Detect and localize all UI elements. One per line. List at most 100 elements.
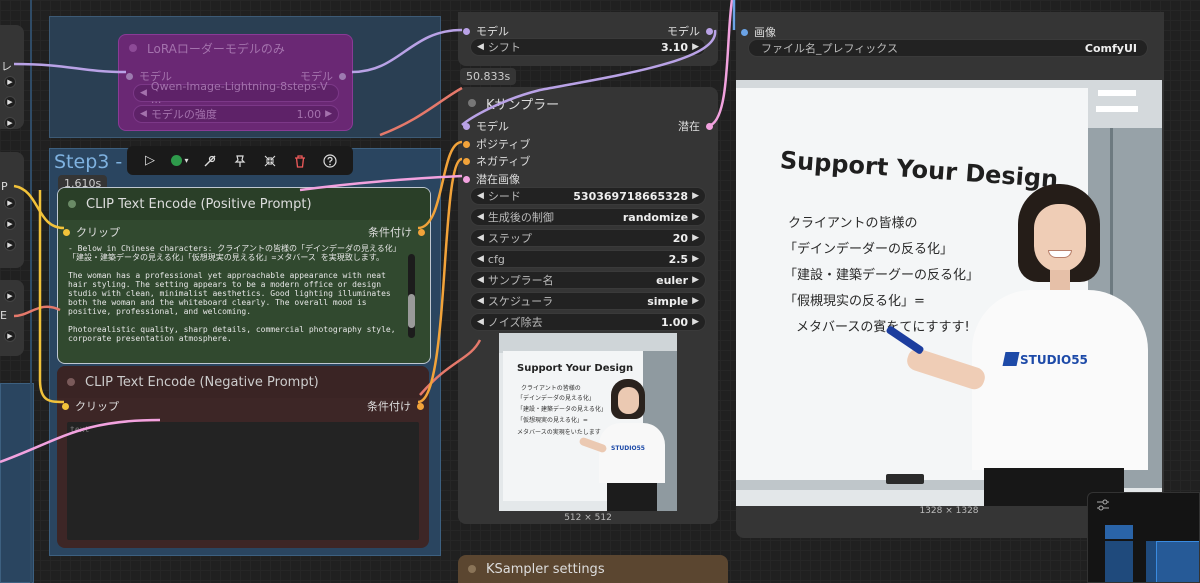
prev-arrow-icon[interactable]: ◀ — [477, 42, 484, 52]
prev-arrow-icon[interactable]: ◀ — [477, 254, 484, 264]
input-port-clip[interactable] — [62, 402, 69, 410]
stub-arrow-icon[interactable]: ▶ — [4, 76, 16, 88]
output-label: 条件付け — [368, 226, 412, 239]
collapse-icon[interactable] — [259, 150, 281, 172]
play-icon[interactable]: ▷ — [139, 150, 161, 172]
stub-arrow-icon[interactable]: ▶ — [4, 96, 16, 108]
filename-prefix-input[interactable]: ファイル名_プレフィックス ComfyUI — [748, 39, 1148, 57]
clip-text-encode-negative-node[interactable]: CLIP Text Encode (Negative Prompt) クリップ … — [57, 366, 429, 548]
stub-arrow-icon[interactable]: ▶ — [4, 239, 16, 251]
output-label: 条件付け — [367, 400, 411, 413]
textarea-scrollbar[interactable] — [408, 254, 415, 338]
input-port[interactable] — [463, 27, 470, 35]
save-image-node[interactable]: 画像 ファイル名_プレフィックス ComfyUI Support Your De… — [736, 12, 1164, 538]
seed-widget[interactable]: ◀ シード 530369718665328 ▶ — [470, 187, 706, 205]
output-port[interactable] — [339, 72, 346, 80]
delete-icon[interactable] — [289, 150, 311, 172]
ceiling-light-icon — [1096, 106, 1138, 112]
whiteboard-line: 「建設・建築デーグーの反る化」 — [784, 268, 980, 283]
next-arrow-icon[interactable]: ▶ — [692, 254, 699, 264]
input-label: 潜在画像 — [476, 173, 520, 186]
next-arrow-icon[interactable]: ▶ — [692, 233, 699, 243]
collapse-dot-icon[interactable] — [67, 378, 75, 386]
input-port-positive[interactable] — [463, 140, 470, 148]
stub-arrow-icon[interactable]: ▶ — [4, 117, 16, 129]
prev-arrow-icon[interactable]: ◀ — [477, 296, 484, 306]
collapse-dot-icon[interactable] — [468, 565, 476, 573]
lora-name-select[interactable]: ◀ Qwen-Image-Lightning-8steps-V ... — [133, 80, 339, 106]
stub-node-1[interactable]: レ ▶ ▶ ▶ — [0, 25, 24, 129]
preview-image[interactable]: Support Your Design クライアントの皆様の 「デインデーダの見… — [499, 333, 677, 511]
preview-line: クライアントの皆様の — [521, 385, 581, 392]
scheduler-widget[interactable]: ◀ スケジューラ simple ▶ — [470, 292, 706, 310]
input-label: モデル — [476, 25, 509, 38]
stub-node-3[interactable]: E ▶ ▶ — [0, 280, 24, 356]
prompt-textarea[interactable]: - Below in Chinese characters: クライアントの皆様… — [68, 244, 404, 350]
scrollbar-thumb[interactable] — [408, 294, 415, 328]
input-port-clip[interactable] — [63, 228, 70, 236]
ksampler-settings-node[interactable]: KSampler settings — [458, 555, 728, 583]
shift-widget[interactable]: ◀ シフト 3.10 ▶ — [470, 38, 706, 56]
prev-arrow-icon[interactable]: ◀ — [477, 212, 484, 222]
prev-arrow-icon[interactable]: ◀ — [140, 88, 147, 98]
prev-arrow-icon[interactable]: ◀ — [477, 317, 484, 327]
lora-strength-widget[interactable]: ◀ モデルの強度 1.00 ▶ — [133, 105, 339, 123]
input-port-latent[interactable] — [463, 175, 470, 183]
model-sampling-node[interactable]: モデル モデル ◀ シフト 3.10 ▶ — [458, 12, 718, 66]
collapse-dot-icon[interactable] — [68, 200, 76, 208]
minimap-panel[interactable] — [1087, 492, 1200, 583]
control-after-generate-widget[interactable]: ◀ 生成後の制御 randomize ▶ — [470, 208, 706, 226]
ksampler-body: モデル 潜在 ポジティブ ネガティブ 潜在画像 ◀ シード 530369718665… — [458, 87, 718, 524]
lora-loader-node[interactable]: LoRAローダーモデルのみ モデル モデル ◀ Qwen-Image-Light… — [118, 34, 353, 131]
pin-icon[interactable] — [229, 150, 251, 172]
stub-arrow-icon[interactable]: ▶ — [4, 330, 16, 342]
sampler-name-widget[interactable]: ◀ サンプラー名 euler ▶ — [470, 271, 706, 289]
cfg-widget[interactable]: ◀ cfg 2.5 ▶ — [470, 250, 706, 268]
stub-arrow-icon[interactable]: ▶ — [4, 218, 16, 230]
output-port[interactable] — [418, 228, 425, 236]
prev-arrow-icon[interactable]: ◀ — [477, 275, 484, 285]
next-arrow-icon[interactable]: ▶ — [692, 191, 699, 201]
bypass-svg — [204, 155, 216, 166]
output-port[interactable] — [706, 27, 713, 35]
stub-arrow-icon[interactable]: ▶ — [4, 290, 16, 302]
stub-node-2[interactable]: P ▶ ▶ ▶ — [0, 152, 24, 268]
help-svg — [323, 153, 337, 168]
minimap-viewport[interactable] — [1156, 541, 1199, 582]
next-arrow-icon[interactable]: ▶ — [692, 275, 699, 285]
output-port[interactable] — [706, 122, 713, 130]
prev-arrow-icon[interactable]: ◀ — [140, 109, 147, 119]
pin-svg — [234, 154, 246, 167]
denoise-widget[interactable]: ◀ ノイズ除去 1.00 ▶ — [470, 313, 706, 331]
next-arrow-icon[interactable]: ▶ — [692, 296, 699, 306]
woman-neck — [1050, 270, 1070, 292]
group-left-strip — [0, 383, 34, 583]
prev-arrow-icon[interactable]: ◀ — [477, 233, 484, 243]
help-icon[interactable] — [319, 150, 341, 172]
prev-arrow-icon[interactable]: ◀ — [477, 191, 484, 201]
steps-widget[interactable]: ◀ ステップ 20 ▶ — [470, 229, 706, 247]
negative-prompt-textarea[interactable]: text — [67, 422, 419, 540]
output-port[interactable] — [417, 402, 424, 410]
preview-ceiling — [499, 333, 677, 353]
input-port-model[interactable] — [463, 122, 470, 130]
next-arrow-icon[interactable]: ▶ — [692, 317, 699, 327]
woman-face — [1034, 204, 1086, 272]
next-arrow-icon[interactable]: ▶ — [325, 109, 332, 119]
output-image[interactable]: Support Your Design クライアントの皆様の 「デインデーダーの… — [736, 80, 1162, 506]
next-arrow-icon[interactable]: ▶ — [692, 212, 699, 222]
clip-text-encode-positive-node[interactable]: CLIP Text Encode (Positive Prompt) クリップ … — [57, 187, 431, 364]
collapse-dot-icon[interactable] — [129, 44, 137, 52]
preview-line: メタバースの実現をいたします — [517, 429, 601, 436]
color-dot-icon[interactable]: ▾ — [169, 150, 191, 172]
preview-line: 「建設・建築データの見える化」 — [517, 406, 607, 413]
input-port-negative[interactable] — [463, 157, 470, 165]
bypass-icon[interactable] — [199, 150, 221, 172]
stub-arrow-icon[interactable]: ▶ — [4, 197, 16, 209]
input-port-images[interactable] — [741, 28, 748, 36]
node-selection-toolbar: ▷ ▾ — [127, 146, 353, 175]
next-arrow-icon[interactable]: ▶ — [692, 42, 699, 52]
input-port[interactable] — [126, 72, 133, 80]
settings-sliders-icon[interactable] — [1096, 499, 1110, 511]
stub-label: E — [0, 309, 7, 322]
